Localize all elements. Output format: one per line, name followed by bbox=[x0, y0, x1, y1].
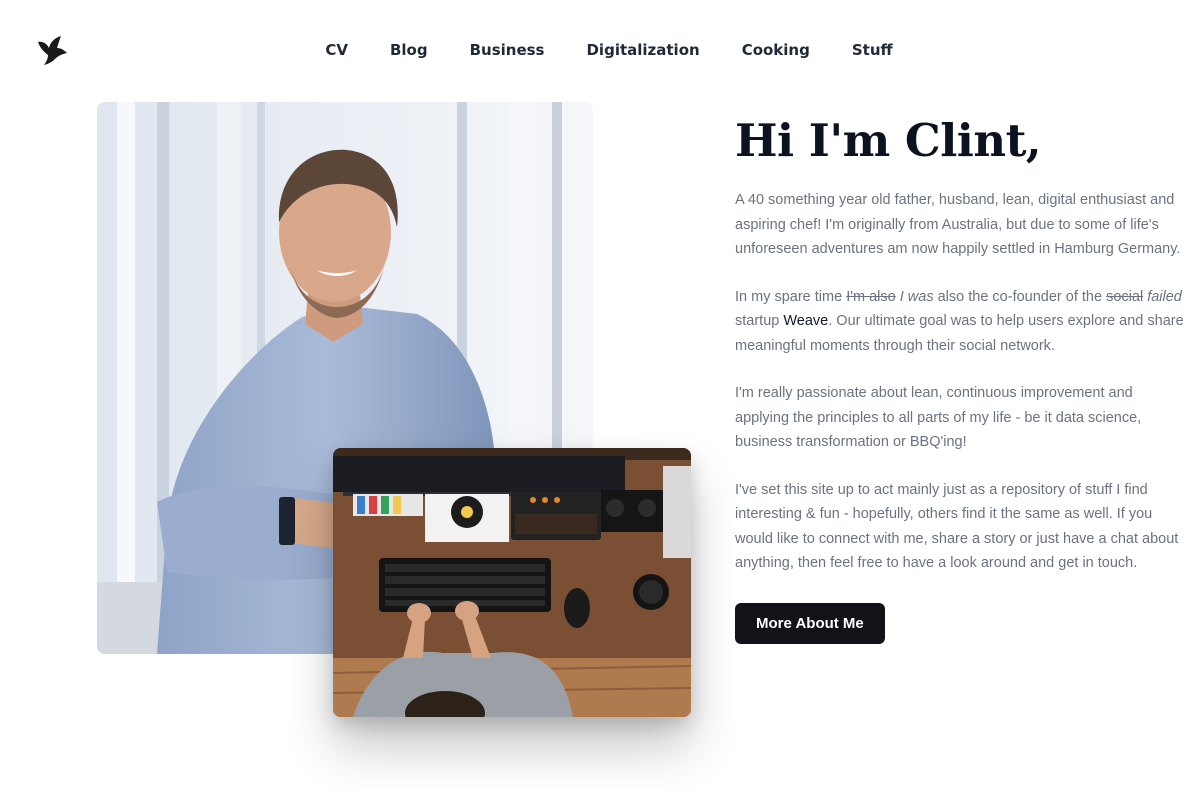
struck-text: I'm also bbox=[846, 288, 896, 305]
intro-content: Hi I'm Clint, A 40 something year old fa… bbox=[735, 112, 1185, 644]
struck-text: social bbox=[1106, 288, 1144, 305]
text-fragment: In my spare time bbox=[735, 288, 847, 305]
nav-item-business[interactable]: Business bbox=[449, 38, 566, 62]
text-fragment: startup bbox=[735, 313, 784, 329]
page-title: Hi I'm Clint, bbox=[735, 114, 1042, 167]
more-about-me-button[interactable]: More About Me bbox=[735, 602, 885, 644]
weave-link[interactable]: Weave bbox=[783, 313, 828, 329]
nav-item-cv[interactable]: CV bbox=[304, 38, 369, 62]
nav-item-blog[interactable]: Blog bbox=[369, 38, 449, 62]
nav-item-digitalization[interactable]: Digitalization bbox=[565, 38, 720, 62]
italic-text: failed bbox=[1147, 288, 1182, 305]
cofounder-paragraph: In my spare time I'm also I was also the… bbox=[735, 285, 1185, 359]
nav-item-stuff[interactable]: Stuff bbox=[831, 38, 914, 62]
passion-paragraph: I'm really passionate about lean, contin… bbox=[735, 385, 1142, 450]
text-fragment: also the co-founder of the bbox=[933, 288, 1107, 305]
italic-text: I was bbox=[899, 288, 934, 305]
intro-paragraph: A 40 something year old father, husband,… bbox=[735, 192, 1181, 257]
site-purpose-paragraph: I've set this site up to act mainly just… bbox=[735, 481, 1179, 572]
nav-item-cooking[interactable]: Cooking bbox=[721, 38, 831, 62]
main-nav: CV Blog Business Digitalization Cooking … bbox=[0, 38, 1200, 62]
desk-photo bbox=[333, 448, 691, 717]
page: CV Blog Business Digitalization Cooking … bbox=[0, 0, 1200, 800]
